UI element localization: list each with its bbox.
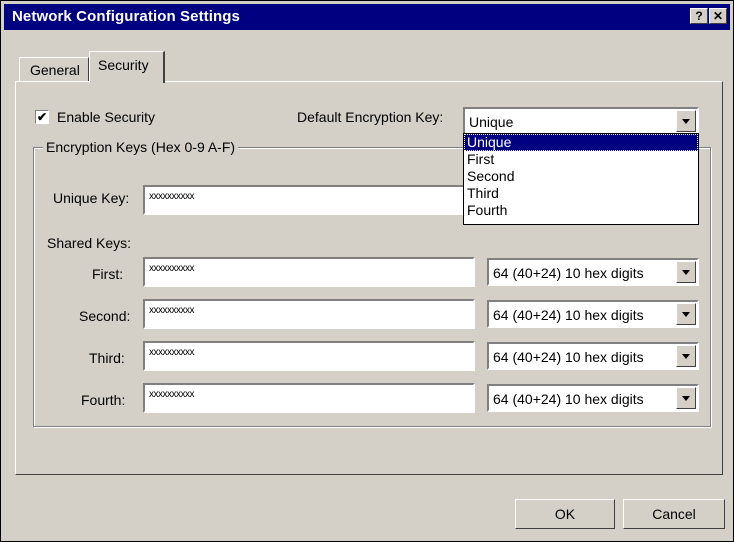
ok-button[interactable]: OK [515,499,615,529]
dropdown-option-second[interactable]: Second [464,168,698,185]
tab-general-label: General [30,62,80,78]
help-button[interactable]: ? [690,8,708,24]
default-key-dropdown-list: Unique First Second Third Fourth [463,133,699,225]
dropdown-option-third[interactable]: Third [464,185,698,202]
tab-security[interactable]: Security [89,51,165,83]
cancel-button[interactable]: Cancel [623,499,725,529]
close-button[interactable]: ✕ [709,8,727,24]
title-bar: Network Configuration Settings ? ✕ [4,4,730,30]
tab-general[interactable]: General [19,57,89,81]
dropdown-option-unique[interactable]: Unique [464,134,698,151]
tab-security-label: Security [98,57,149,73]
dialog-window: Network Configuration Settings ? ✕ Gener… [0,0,734,542]
window-title: Network Configuration Settings [12,8,240,25]
dropdown-option-first[interactable]: First [464,151,698,168]
dropdown-option-fourth[interactable]: Fourth [464,202,698,219]
